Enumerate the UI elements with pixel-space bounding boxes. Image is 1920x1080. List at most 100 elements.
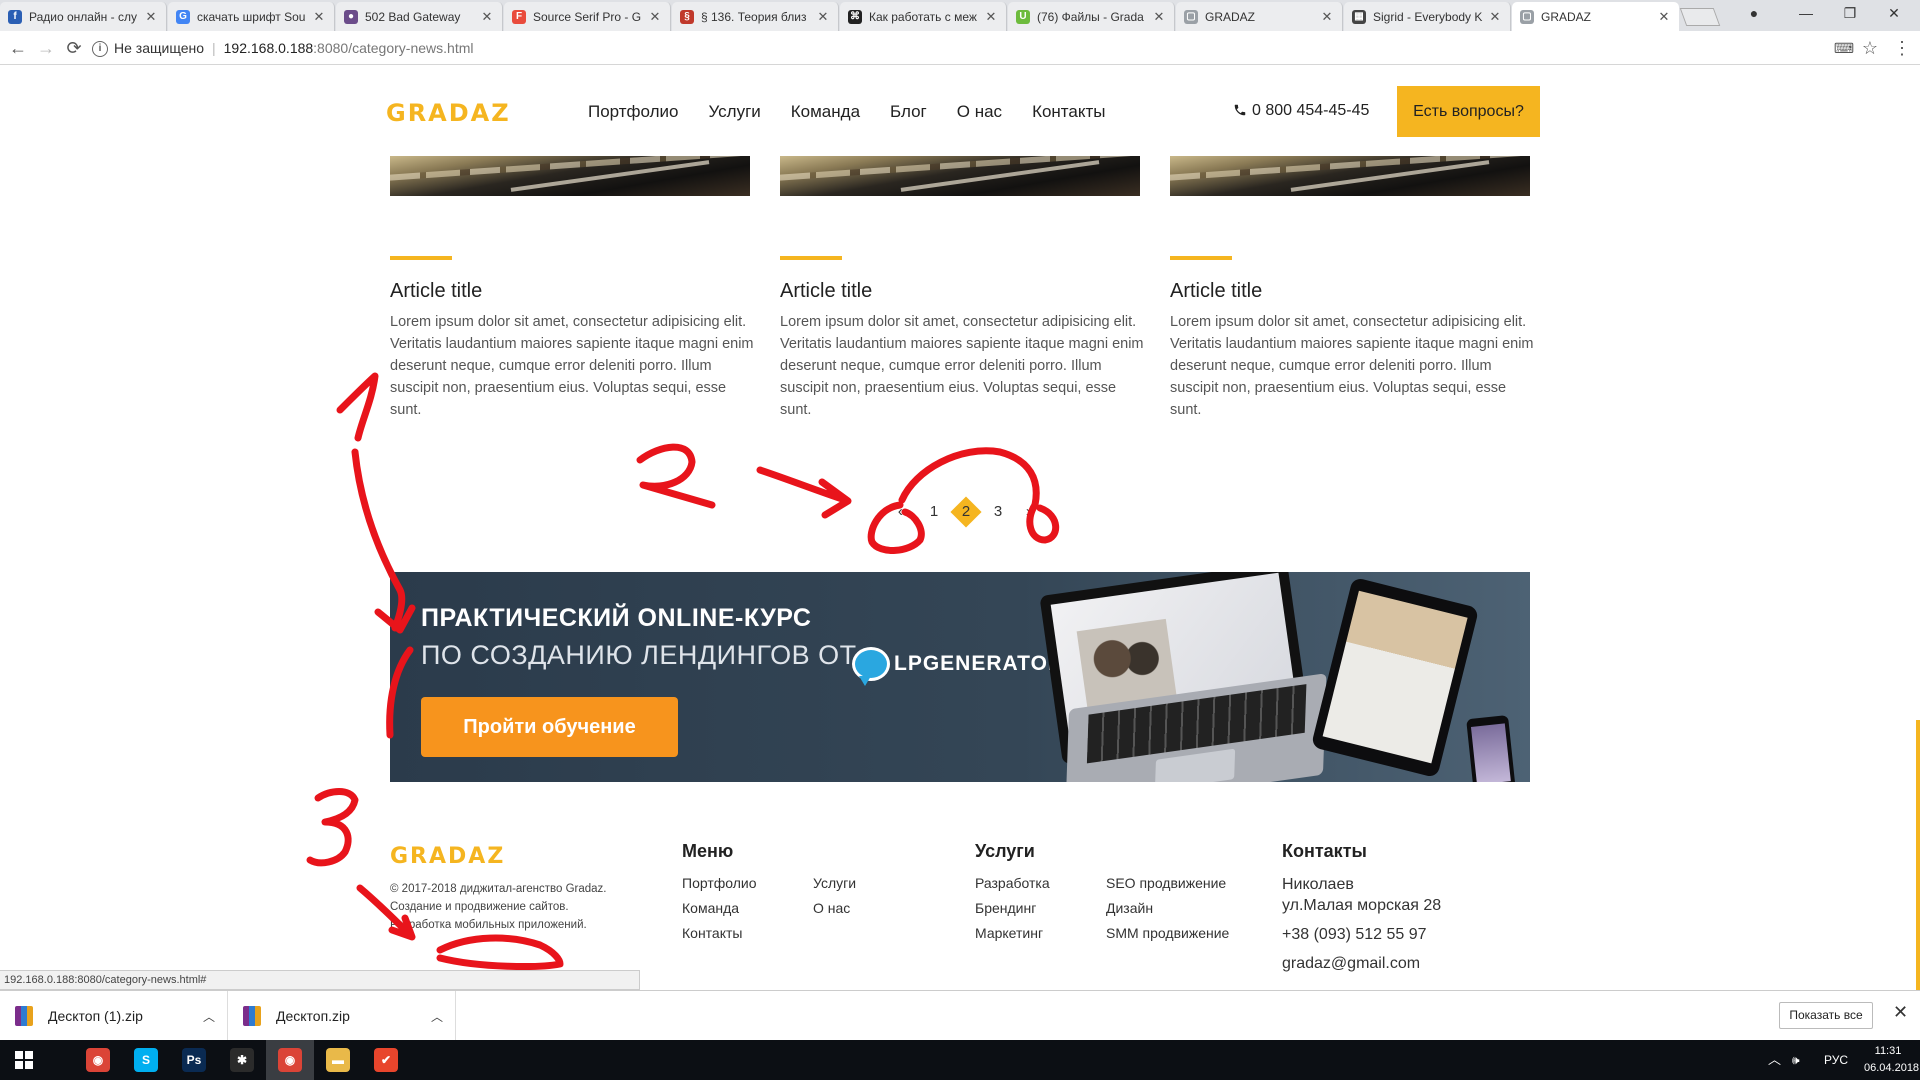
nav-contacts[interactable]: Контакты <box>1032 102 1105 122</box>
back-button[interactable]: ← <box>6 36 30 60</box>
article-image[interactable] <box>1170 156 1530 196</box>
tab-close-icon[interactable]: ✕ <box>984 9 998 25</box>
article-title[interactable]: Article title <box>390 280 755 303</box>
taskbar-app-skype[interactable]: S <box>122 1040 170 1080</box>
tab-close-icon[interactable]: ✕ <box>1320 9 1334 25</box>
browser-tab[interactable]: ▦ Sigrid - Everybody K ✕ <box>1344 2 1511 31</box>
browser-tab[interactable]: F Source Serif Pro - G ✕ <box>504 2 671 31</box>
pagination-page-3[interactable]: 3 <box>982 497 1014 527</box>
browser-tab[interactable]: Gскачать шрифт Sou ✕ <box>168 2 335 31</box>
browser-tab[interactable]: f Радио онлайн - слу ✕ <box>0 2 167 31</box>
speech-bubble-icon <box>852 647 890 686</box>
forward-button[interactable]: → <box>34 36 58 60</box>
tab-close-icon[interactable]: ✕ <box>144 9 158 25</box>
maximize-button[interactable]: ❐ <box>1828 0 1872 28</box>
browser-tab[interactable]: ● 502 Bad Gateway ✕ <box>336 2 503 31</box>
footer-link-services[interactable]: Услуги <box>813 874 933 892</box>
nav-about[interactable]: О нас <box>957 102 1002 122</box>
pagination-prev[interactable]: « <box>886 497 918 527</box>
start-learning-button[interactable]: Пройти обучение <box>421 697 678 757</box>
tab-close-icon[interactable]: ✕ <box>312 9 326 25</box>
favicon-icon: G <box>176 9 190 24</box>
nav-blog[interactable]: Блог <box>890 102 927 122</box>
questions-button[interactable]: Есть вопросы? <box>1397 86 1540 137</box>
footer-link-seo[interactable]: SEO продвижение <box>1106 874 1256 892</box>
nav-team[interactable]: Команда <box>791 102 860 122</box>
taskbar-app-explorer[interactable]: ▬ <box>314 1040 362 1080</box>
translate-icon[interactable]: ⌨ <box>1832 36 1856 60</box>
article-title[interactable]: Article title <box>1170 280 1535 303</box>
footer-link-development[interactable]: Разработка <box>975 874 1106 892</box>
page-scrollbar-thumb[interactable] <box>1916 720 1920 990</box>
tab-close-icon[interactable]: ✕ <box>1152 9 1166 25</box>
smartphone-image <box>1466 715 1516 782</box>
windows-taskbar: ◉ S Ps ✱ ◉ ▬ ✔ ︿ 🕪 РУС 11:31 06.04.2018 <box>0 1040 1920 1080</box>
footer-link-team[interactable]: Команда <box>682 899 813 917</box>
address-bar[interactable]: i Не защищено | 192.168.0.188:8080/category… <box>92 35 1872 61</box>
tab-close-icon[interactable]: ✕ <box>816 9 830 25</box>
footer-link-about[interactable]: О нас <box>813 899 933 917</box>
download-item[interactable]: Десктоп (1).zip ︿ <box>0 991 228 1041</box>
info-icon[interactable]: i <box>92 41 108 58</box>
profile-icon[interactable]: ● <box>1732 0 1776 28</box>
tab-close-icon[interactable]: ✕ <box>648 9 662 25</box>
article-image[interactable] <box>780 156 1140 196</box>
tab-close-icon[interactable]: ✕ <box>1488 9 1502 25</box>
tab-title: Sigrid - Everybody K <box>1373 9 1483 24</box>
tray-arrow-up-icon[interactable]: ︿ <box>1768 1040 1781 1080</box>
browser-tab[interactable]: ⌘ Как работать с меж ✕ <box>840 2 1007 31</box>
web-page: GRADAZ Портфолио Услуги Команда Блог О н… <box>0 66 1920 990</box>
browser-tab[interactable]: ▢ GRADAZ ✕ <box>1176 2 1343 31</box>
pagination-page-1[interactable]: 1 <box>918 497 950 527</box>
taskbar-app-photoshop[interactable]: Ps <box>170 1040 218 1080</box>
browser-tab-active[interactable]: ▢ GRADAZ ✕ <box>1512 2 1679 31</box>
nav-services[interactable]: Услуги <box>708 102 760 122</box>
tab-close-icon[interactable]: ✕ <box>480 9 494 25</box>
taskbar-app-tasks[interactable]: ✔ <box>362 1040 410 1080</box>
close-window-button[interactable]: ✕ <box>1872 0 1916 28</box>
reload-button[interactable]: ⟳ <box>62 36 86 60</box>
contact-phone[interactable]: +38 (093) 512 55 97 <box>1282 924 1441 945</box>
header-phone[interactable]: 0 800 454-45-45 <box>1233 102 1369 120</box>
pagination-page-2[interactable]: 2 <box>950 497 982 527</box>
nav-portfolio[interactable]: Портфолио <box>588 102 678 122</box>
taskbar-app-slack[interactable]: ✱ <box>218 1040 266 1080</box>
start-button[interactable] <box>0 1040 48 1080</box>
clock-date: 06.04.2018 <box>1864 1062 1920 1074</box>
article-image[interactable] <box>390 156 750 196</box>
download-item[interactable]: Десктоп.zip ︿ <box>228 991 456 1041</box>
course-banner[interactable]: ПРАКТИЧЕСКИЙ ONLINE-КУРС ПО СОЗДАНИЮ ЛЕН… <box>390 572 1530 782</box>
taskbar-app-chrome-active[interactable]: ◉ <box>266 1040 314 1080</box>
browser-menu-icon[interactable]: ⋮ <box>1890 36 1914 60</box>
volume-icon[interactable]: 🕪 <box>1792 1040 1800 1080</box>
taskbar-app-chrome[interactable]: ◉ <box>74 1040 122 1080</box>
minimize-button[interactable]: — <box>1784 0 1828 28</box>
footer-link-smm[interactable]: SMM продвижение <box>1106 924 1256 942</box>
site-logo[interactable]: GRADAZ <box>386 99 511 127</box>
tab-title: (76) Файлы - Grada <box>1037 9 1144 24</box>
footer-link-marketing[interactable]: Маркетинг <box>975 924 1106 942</box>
bookmark-star-icon[interactable]: ☆ <box>1858 36 1882 60</box>
favicon-icon: ▢ <box>1184 9 1198 24</box>
close-icon[interactable]: ✕ <box>1893 1002 1908 1023</box>
clock-time: 11:31 <box>1874 1045 1902 1057</box>
contact-email[interactable]: gradaz@gmail.com <box>1282 953 1441 974</box>
browser-tab[interactable]: § § 136. Теория близ ✕ <box>672 2 839 31</box>
favicon-icon: U <box>1016 9 1030 24</box>
show-all-downloads-button[interactable]: Показать все <box>1779 1002 1873 1029</box>
browser-tab[interactable]: U (76) Файлы - Grada ✕ <box>1008 2 1175 31</box>
footer-link-contacts[interactable]: Контакты <box>682 924 813 942</box>
pagination-next[interactable]: » <box>1014 497 1046 527</box>
footer-link-portfolio[interactable]: Портфолио <box>682 874 813 892</box>
article-title[interactable]: Article title <box>780 280 1145 303</box>
footer-logo[interactable]: GRADAZ <box>390 844 505 869</box>
language-indicator[interactable]: РУС <box>1824 1040 1848 1080</box>
chevron-up-icon[interactable]: ︿ <box>203 1008 215 1025</box>
copyright-line: © 2017-2018 диджитал-агенство Gradaz. <box>390 883 607 895</box>
chevron-up-icon[interactable]: ︿ <box>431 1008 443 1025</box>
footer-link-branding[interactable]: Брендинг <box>975 899 1106 917</box>
footer-link-design[interactable]: Дизайн <box>1106 899 1256 917</box>
clock[interactable]: 11:31 06.04.2018 <box>1864 1043 1920 1077</box>
tab-close-icon[interactable]: ✕ <box>1657 9 1671 25</box>
new-tab-button[interactable] <box>1679 8 1721 26</box>
